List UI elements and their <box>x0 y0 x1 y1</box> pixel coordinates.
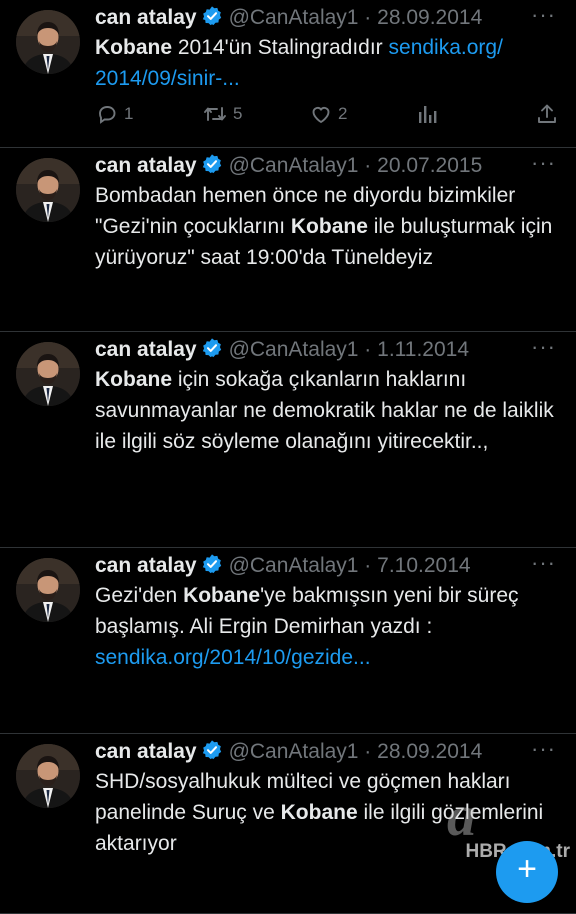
highlighted-keyword: Kobane <box>183 584 261 607</box>
tweet-date[interactable]: 7.10.2014 <box>377 554 470 577</box>
date-separator: · <box>358 6 378 29</box>
reply-count: 1 <box>124 104 134 123</box>
tweet[interactable]: can atalay @CanAtalay1 · 7.10.2014 ··· Gezi… <box>0 548 576 734</box>
author-name[interactable]: can atalay <box>95 338 197 361</box>
verified-icon <box>201 5 223 35</box>
author-name[interactable]: can atalay <box>95 554 197 577</box>
tweet[interactable]: can atalay @CanAtalay1 · 1.11.2014 ··· Koba… <box>0 332 576 548</box>
retweet-button[interactable]: 5 <box>202 102 242 126</box>
tweet-date[interactable]: 20.07.2015 <box>377 154 482 177</box>
author-name[interactable]: can atalay <box>95 154 197 177</box>
tweet-header: can atalay @CanAtalay1 · 7.10.2014 <box>95 552 526 583</box>
tweet-header: can atalay @CanAtalay1 · 1.11.2014 <box>95 336 526 367</box>
date-separator: · <box>358 154 378 177</box>
tweet-link[interactable]: sendika.org/2014/10/gezide... <box>95 646 371 669</box>
reply-icon <box>95 102 119 126</box>
views-icon <box>416 102 438 126</box>
retweet-count: 5 <box>233 104 243 123</box>
avatar[interactable] <box>16 342 80 406</box>
date-separator: · <box>358 740 378 763</box>
action-bar: 1 5 2 <box>95 99 558 129</box>
views-button[interactable] <box>416 102 438 126</box>
verified-icon <box>201 337 223 367</box>
tweet-date[interactable]: 28.09.2014 <box>377 6 482 29</box>
more-options-icon[interactable]: ··· <box>531 550 556 576</box>
tweet-header: can atalay @CanAtalay1 · 20.07.2015 <box>95 152 526 183</box>
date-separator: · <box>358 554 378 577</box>
highlighted-keyword: Kobane <box>95 368 173 391</box>
tweet-text: Kobane için sokağa çıkanların haklarını … <box>95 364 554 457</box>
share-button[interactable] <box>536 102 558 126</box>
verified-icon <box>201 739 223 769</box>
author-name[interactable]: can atalay <box>95 6 197 29</box>
tweet-text: Bombadan hemen önce ne diyordu bizimkile… <box>95 180 554 273</box>
heart-icon <box>309 102 333 126</box>
tweet-header: can atalay @CanAtalay1 · 28.09.2014 <box>95 4 526 35</box>
like-button[interactable]: 2 <box>309 102 347 126</box>
tweet-text: Kobane 2014'ün Stalingradıdır sendika.or… <box>95 32 554 94</box>
watermark-logo: a <box>447 783 476 848</box>
compose-button[interactable]: + <box>496 841 558 903</box>
tweet-header: can atalay @CanAtalay1 · 28.09.2014 <box>95 738 526 769</box>
author-handle[interactable]: @CanAtalay1 <box>229 338 359 361</box>
more-options-icon[interactable]: ··· <box>531 2 556 28</box>
tweet-link[interactable]: 2014/09/sinir-... <box>95 67 240 90</box>
like-count: 2 <box>338 104 348 123</box>
author-handle[interactable]: @CanAtalay1 <box>229 6 359 29</box>
date-separator: · <box>358 338 378 361</box>
tweet-text-segment: Gezi'den <box>95 584 184 607</box>
highlighted-keyword: Kobane <box>290 215 368 238</box>
avatar[interactable] <box>16 158 80 222</box>
tweet[interactable]: can atalay @CanAtalay1 · 28.09.2014 ··· SHD… <box>0 734 576 914</box>
author-handle[interactable]: @CanAtalay1 <box>229 154 359 177</box>
tweet-link[interactable]: sendika.org/ <box>389 36 503 59</box>
author-handle[interactable]: @CanAtalay1 <box>229 740 359 763</box>
retweet-icon <box>202 102 228 126</box>
tweet-text-segment: 2014'ün Stalingradıdır <box>172 36 389 59</box>
tweet-date[interactable]: 1.11.2014 <box>377 338 469 361</box>
avatar[interactable] <box>16 10 80 74</box>
highlighted-keyword: Kobane <box>280 801 358 824</box>
reply-button[interactable]: 1 <box>95 102 133 126</box>
more-options-icon[interactable]: ··· <box>531 736 556 762</box>
author-handle[interactable]: @CanAtalay1 <box>229 554 359 577</box>
verified-icon <box>201 153 223 183</box>
tweet[interactable]: can atalay @CanAtalay1 · 28.09.2014 ··· Kob… <box>0 0 576 148</box>
avatar[interactable] <box>16 558 80 622</box>
author-name[interactable]: can atalay <box>95 740 197 763</box>
more-options-icon[interactable]: ··· <box>531 150 556 176</box>
tweet-text: Gezi'den Kobane'ye bakmışsın yeni bir sü… <box>95 580 554 673</box>
more-options-icon[interactable]: ··· <box>531 334 556 360</box>
tweet-date[interactable]: 28.09.2014 <box>377 740 482 763</box>
highlighted-keyword: Kobane <box>95 36 173 59</box>
tweet[interactable]: can atalay @CanAtalay1 · 20.07.2015 ··· Bom… <box>0 148 576 332</box>
avatar[interactable] <box>16 744 80 808</box>
share-icon <box>536 102 558 126</box>
verified-icon <box>201 553 223 583</box>
